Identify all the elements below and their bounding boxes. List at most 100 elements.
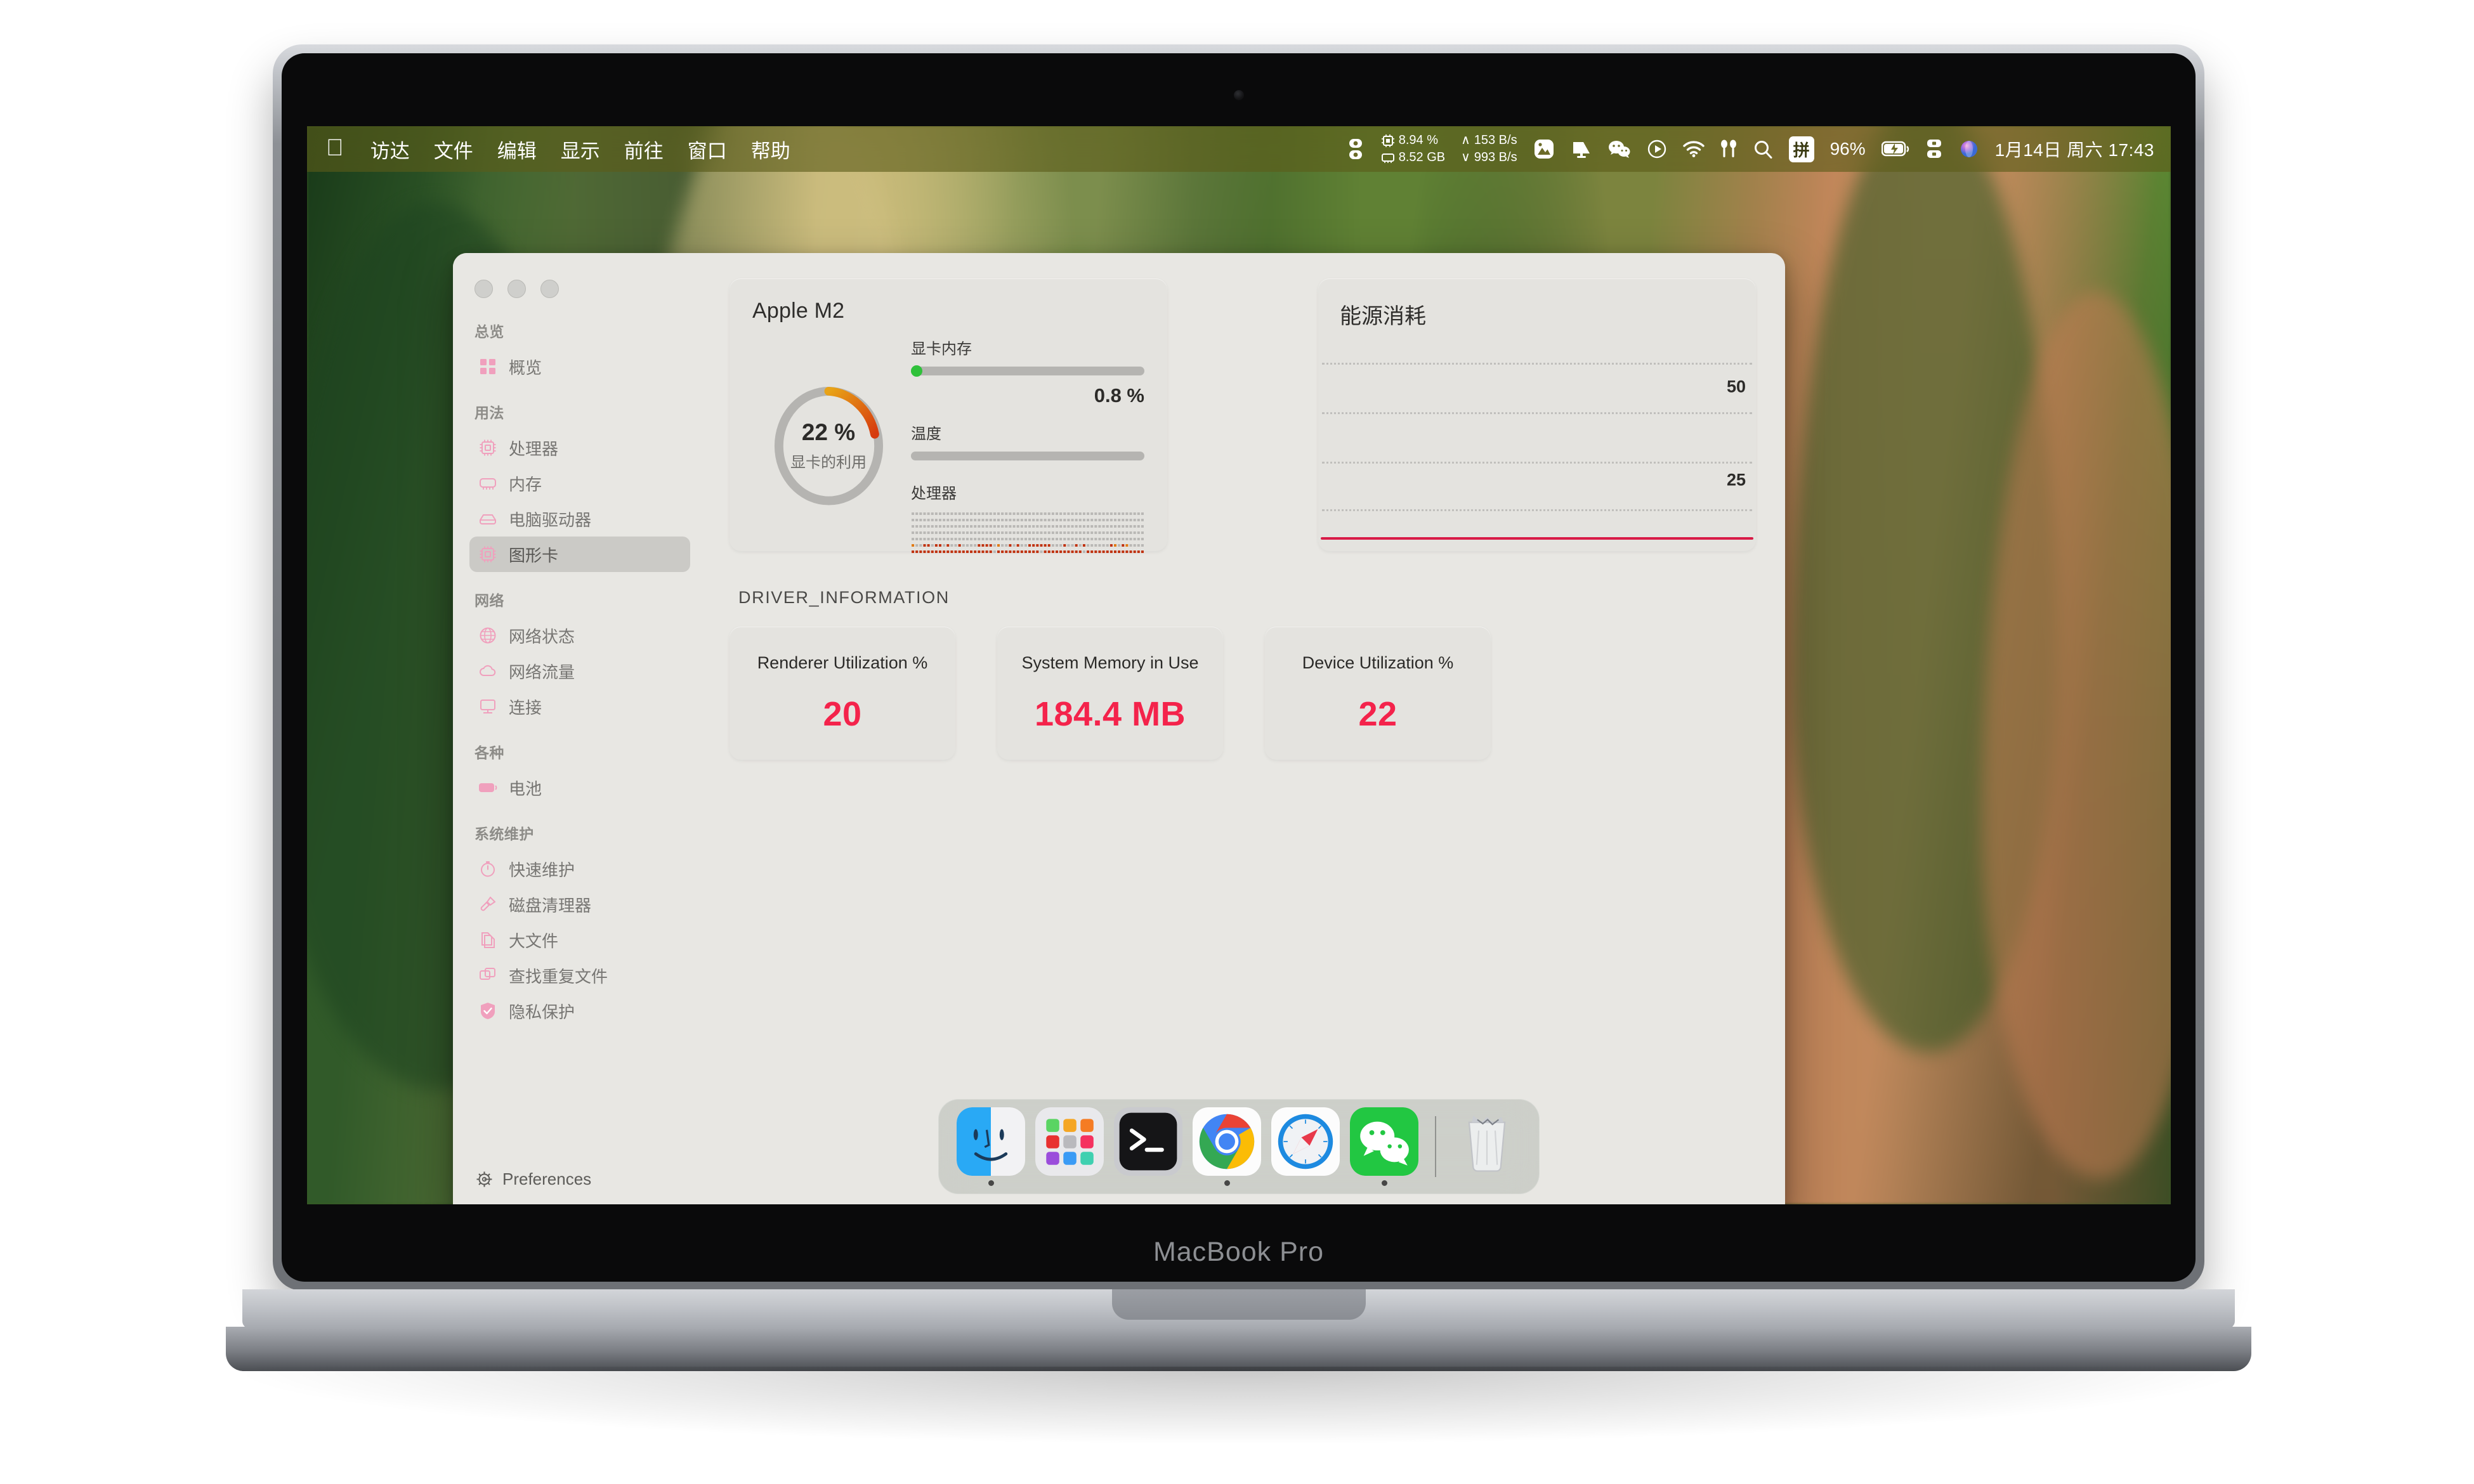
menu-datetime[interactable]: 1月14日 周六 17:43	[1995, 136, 2154, 162]
sidebar-item-large-files[interactable]: 大文件	[469, 922, 690, 958]
screen-mirror-icon[interactable]	[1925, 139, 1943, 159]
up-arrow-icon: ∧	[1461, 133, 1470, 148]
sidebar-item-drive[interactable]: 电脑驱动器	[469, 501, 690, 537]
desktop-screen:  访达 文件 编辑 显示 前往 窗口 帮助	[307, 126, 2171, 1204]
grid-icon	[478, 357, 497, 376]
sidebar-item-label: 磁盘清理器	[509, 895, 592, 915]
dock-item-trash[interactable]	[1448, 1107, 1526, 1186]
sidebar-group-title: 总览	[475, 323, 504, 340]
tile-label: Device Utilization %	[1302, 653, 1454, 672]
cpu-chip-icon	[1381, 134, 1394, 147]
vram-indicator-dot	[911, 365, 922, 377]
system-monitor-window: 总览 概览 用法 处理器 内存 电脑驱动器 图形卡 网络 网络状态 网络流量 连…	[453, 253, 1785, 1204]
sidebar: 总览 概览 用法 处理器 内存 电脑驱动器 图形卡 网络 网络状态 网络流量 连…	[453, 253, 707, 1204]
dock-item-terminal[interactable]	[1109, 1107, 1188, 1186]
sidebar-item-label: 隐私保护	[509, 1002, 575, 1022]
sidebar-item-connections[interactable]: 连接	[469, 689, 690, 724]
sidebar-item-privacy[interactable]: 隐私保护	[469, 993, 690, 1029]
close-button[interactable]	[475, 280, 493, 298]
energy-ytick-50: 50	[1726, 377, 1746, 396]
temperature-progress-bar	[911, 452, 1144, 460]
sidebar-group-overview: 总览 概览	[453, 320, 707, 384]
sidebar-item-graphics-card[interactable]: 图形卡	[469, 537, 690, 572]
preferences-button[interactable]: Preferences	[475, 1169, 591, 1189]
menu-item-help[interactable]: 帮助	[751, 135, 790, 164]
sidebar-item-network-traffic[interactable]: 网络流量	[469, 653, 690, 689]
sidebar-item-quick-maintenance[interactable]: 快速维护	[469, 851, 690, 887]
menu-item-go[interactable]: 前往	[624, 135, 664, 164]
siri-icon[interactable]	[1959, 139, 1979, 159]
sidebar-item-memory[interactable]: 内存	[469, 465, 690, 501]
tile-system-memory: System Memory in Use 184.4 MB	[997, 627, 1223, 760]
dock-running-indicator	[1224, 1180, 1230, 1186]
battery-icon	[478, 778, 497, 797]
apple-logo-icon[interactable]: 	[326, 136, 344, 162]
photos-icon[interactable]	[1533, 138, 1555, 160]
network-up-row: ∧ 153 B/s	[1461, 133, 1517, 148]
energy-gridline	[1322, 412, 1752, 415]
sidebar-group-title: 各种	[475, 745, 504, 761]
menu-item-edit[interactable]: 编辑	[497, 135, 537, 164]
trash-icon	[1468, 1115, 1506, 1172]
dock-running-indicator	[1381, 1180, 1387, 1186]
hard-drive-icon	[478, 509, 497, 528]
menu-item-finder[interactable]: 访达	[370, 135, 410, 164]
tile-value: 22	[1358, 694, 1397, 733]
sidebar-item-label: 快速维护	[509, 860, 575, 880]
sidebar-item-disk-cleaner[interactable]: 磁盘清理器	[469, 887, 690, 922]
energy-gridline	[1322, 462, 1752, 464]
terminal-icon	[1114, 1107, 1182, 1176]
sidebar-item-find-duplicates[interactable]: 查找重复文件	[469, 958, 690, 993]
zoom-button[interactable]	[540, 280, 559, 298]
menu-item-window[interactable]: 窗口	[688, 135, 727, 164]
energy-consumption-card: 能源消耗 50 25	[1318, 278, 1756, 551]
sidebar-item-label: 网络流量	[509, 662, 575, 682]
content-area: Apple M2 22 % 显卡的利用 显卡内存 0.8 % 温度 处理器 能源…	[707, 253, 1785, 1204]
duplicate-icon	[478, 966, 497, 985]
search-icon[interactable]	[1753, 139, 1773, 159]
memory-stat-row: 8.52 GB	[1381, 150, 1445, 166]
dock-item-launchpad[interactable]	[1030, 1107, 1109, 1186]
laptop-shadow	[247, 1367, 2230, 1443]
vram-label: 显卡内存	[911, 341, 972, 358]
globe-icon	[478, 626, 497, 645]
menu-item-file[interactable]: 文件	[434, 135, 473, 164]
display-toggle-icon[interactable]	[1346, 138, 1365, 160]
input-method-badge[interactable]: 拼	[1788, 136, 1814, 162]
menu-item-view[interactable]: 显示	[561, 135, 600, 164]
energy-ytick-25: 25	[1726, 470, 1746, 490]
driver-information-title: DRIVER_INFORMATION	[738, 588, 950, 607]
gpu-chip-icon	[478, 545, 497, 564]
network-stats-group: ∧ 153 B/s ∨ 993 B/s	[1461, 133, 1517, 166]
sidebar-item-network-status[interactable]: 网络状态	[469, 618, 690, 653]
network-down-value: 993 B/s	[1474, 150, 1517, 164]
energy-gridline	[1322, 363, 1752, 365]
tile-value: 20	[823, 694, 862, 733]
temperature-label: 温度	[911, 426, 941, 443]
memory-stick-icon	[478, 474, 497, 493]
sidebar-item-processor[interactable]: 处理器	[469, 430, 690, 465]
sidebar-item-overview[interactable]: 概览	[469, 349, 690, 384]
dock-item-finder[interactable]	[952, 1107, 1030, 1186]
gpu-card-title: Apple M2	[752, 299, 845, 323]
airpods-icon[interactable]	[1720, 139, 1737, 159]
screen-flag-icon[interactable]	[1571, 138, 1592, 160]
dock-item-safari[interactable]	[1266, 1107, 1345, 1186]
battery-charging-icon[interactable]	[1881, 141, 1909, 157]
sidebar-group-title: 用法	[475, 405, 504, 421]
sidebar-item-battery[interactable]: 电池	[469, 770, 690, 805]
dock-item-wechat[interactable]	[1345, 1107, 1424, 1186]
sidebar-item-label: 查找重复文件	[509, 967, 608, 986]
dock-item-chrome[interactable]	[1188, 1107, 1266, 1186]
processor-label: 处理器	[911, 485, 957, 502]
dock-running-indicator	[988, 1180, 994, 1186]
laptop-base-notch	[1111, 1289, 1366, 1320]
minimize-button[interactable]	[507, 280, 526, 298]
wechat-icon[interactable]	[1608, 140, 1631, 159]
sidebar-item-label: 电池	[509, 779, 542, 798]
wifi-icon[interactable]	[1682, 141, 1705, 157]
sidebar-group-maintenance: 系统维护 快速维护 磁盘清理器 大文件 查找重复文件 隐私保护	[453, 822, 707, 1029]
gpu-gauge: 22 % 显卡的利用	[752, 336, 905, 555]
record-play-icon[interactable]	[1647, 139, 1667, 159]
dock-separator	[1435, 1116, 1436, 1177]
